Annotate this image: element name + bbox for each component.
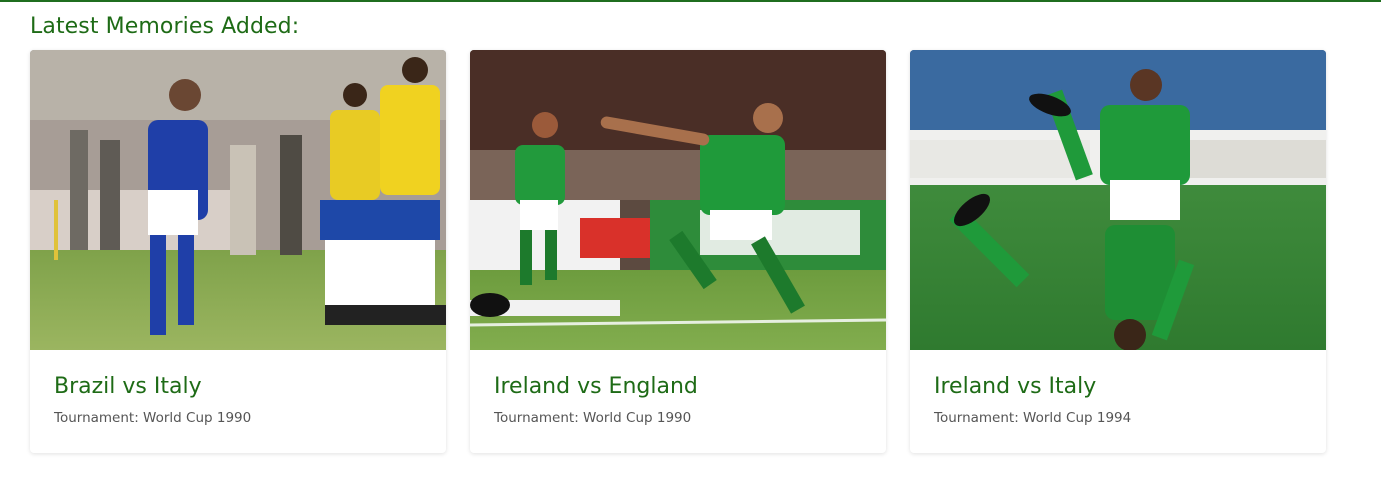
card-tournament: Tournament: World Cup 1994 <box>934 410 1132 426</box>
card-tournament: Tournament: World Cup 1990 <box>494 410 692 426</box>
top-divider <box>0 0 1381 2</box>
memory-card[interactable]: Brazil vs Italy Tournament: World Cup 19… <box>30 50 446 453</box>
memory-card[interactable]: Ireland vs Italy Tournament: World Cup 1… <box>910 50 1326 453</box>
card-title[interactable]: Ireland vs Italy <box>934 372 1302 402</box>
card-body: Brazil vs Italy Tournament: World Cup 19… <box>30 350 446 426</box>
card-title[interactable]: Ireland vs England <box>494 372 862 402</box>
memories-card-list: Brazil vs Italy Tournament: World Cup 19… <box>30 50 1326 453</box>
card-body: Ireland vs England Tournament: World Cup… <box>470 350 886 426</box>
card-title[interactable]: Brazil vs Italy <box>54 372 422 402</box>
memory-card[interactable]: Ireland vs England Tournament: World Cup… <box>470 50 886 453</box>
card-body: Ireland vs Italy Tournament: World Cup 1… <box>910 350 1326 426</box>
card-tournament: Tournament: World Cup 1990 <box>54 410 252 426</box>
match-photo[interactable] <box>470 50 886 350</box>
match-photo[interactable] <box>30 50 446 350</box>
match-photo[interactable] <box>910 50 1326 350</box>
section-title: Latest Memories Added: <box>30 14 300 39</box>
